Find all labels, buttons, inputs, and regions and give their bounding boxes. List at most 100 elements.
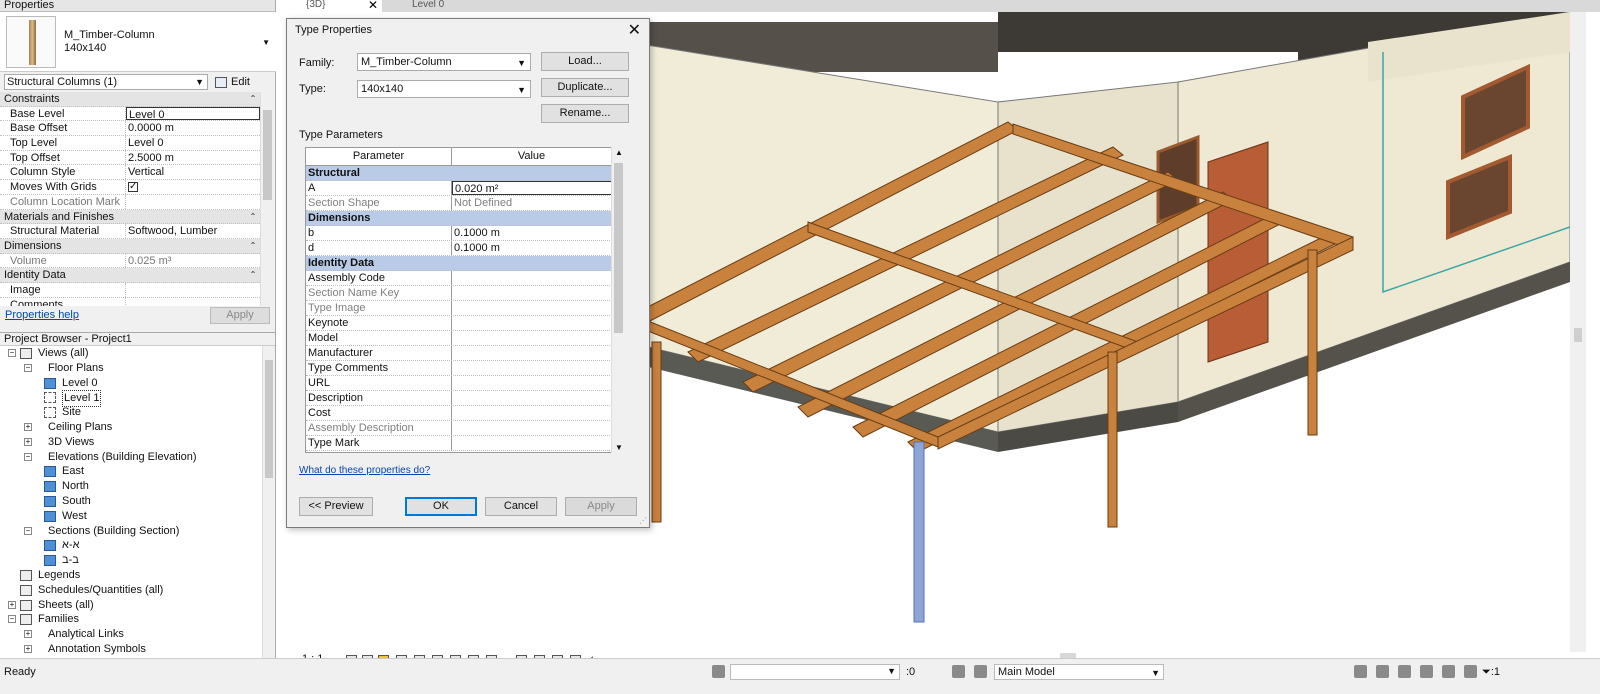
parameter-value[interactable] [452, 376, 612, 390]
parameter-row[interactable]: Cost [306, 406, 622, 421]
browser-node[interactable]: − Views (all) [0, 346, 260, 361]
collapse-icon[interactable]: ⌃ [246, 268, 260, 282]
property-row[interactable]: Base Level Level 0 [0, 106, 260, 122]
parameter-row[interactable]: Type Comments [306, 361, 622, 376]
dropdown-arrow-icon[interactable]: ▼ [262, 38, 270, 47]
browser-node[interactable]: Level 1 [0, 390, 260, 408]
browser-node[interactable]: − Families [0, 612, 260, 627]
parameter-value[interactable] [452, 301, 612, 315]
browser-node[interactable]: + Annotation Symbols [0, 642, 260, 657]
browser-node[interactable]: West [0, 509, 260, 524]
parameter-value[interactable] [452, 316, 612, 330]
parameter-value[interactable] [452, 286, 612, 300]
property-value[interactable]: 2.5000 m [126, 151, 260, 165]
collapse-icon[interactable]: − [24, 526, 32, 535]
parameter-row[interactable]: Manufacturer [306, 346, 622, 361]
browser-node[interactable]: East [0, 464, 260, 479]
parameter-value[interactable]: 0.1000 m [452, 241, 612, 255]
parameter-row[interactable]: URL [306, 376, 622, 391]
parameter-row[interactable]: Assembly Description [306, 421, 622, 436]
parameter-value[interactable] [452, 361, 612, 375]
parameter-value[interactable] [452, 346, 612, 360]
edit-type-button[interactable]: Edit Type [212, 73, 272, 104]
tab-3d[interactable]: {3D} ✕ [278, 0, 382, 12]
properties-scrollbar[interactable] [260, 92, 274, 306]
parameter-value[interactable]: 0.1000 m [452, 226, 612, 240]
dialog-apply-button[interactable]: Apply [565, 497, 637, 516]
property-value[interactable] [126, 283, 260, 297]
collapse-icon[interactable]: ⌃ [246, 92, 260, 106]
collapse-icon[interactable]: − [24, 452, 32, 461]
type-selector[interactable]: M_Timber-Column 140x140 ▼ [0, 12, 276, 72]
property-row[interactable]: Moves With Grids [0, 180, 260, 195]
property-group[interactable]: Identity Data ⌃ [0, 268, 260, 283]
project-browser-tree[interactable]: − Views (all) − Floor Plans Level 0 Level 1 Si… [0, 346, 260, 659]
parameter-row[interactable]: A 0.020 m² [306, 181, 622, 196]
expand-icon[interactable]: + [24, 644, 32, 653]
property-value[interactable]: Vertical [126, 165, 260, 179]
collapse-icon[interactable]: − [8, 615, 16, 624]
collapse-icon[interactable]: − [8, 349, 16, 357]
property-group[interactable]: Constraints ⌃ [0, 92, 260, 107]
filter-count[interactable]: ⏷:1 [1482, 666, 1500, 679]
parameter-row[interactable]: Description [306, 391, 622, 406]
type-parameters-scrollbar[interactable]: ▲ ▼ [611, 147, 625, 453]
expand-icon[interactable]: + [8, 600, 16, 609]
browser-node[interactable]: South [0, 494, 260, 509]
type-parameters-table[interactable]: Parameter Value = Structural⌃A0.020 m²Se… [305, 147, 623, 453]
expand-icon[interactable]: + [24, 437, 32, 446]
design-option-selector[interactable]: Main Model ▼ [994, 664, 1164, 680]
parameter-value[interactable] [452, 271, 612, 285]
browser-node[interactable]: − Elevations (Building Elevation) [0, 450, 260, 465]
duplicate-button[interactable]: Duplicate... [541, 78, 629, 97]
property-value[interactable] [126, 298, 260, 306]
property-value[interactable]: 0.0000 m [126, 121, 260, 135]
parameter-row[interactable]: Keynote [306, 316, 622, 331]
browser-node[interactable]: א-א [0, 538, 260, 553]
browser-node[interactable]: North [0, 479, 260, 494]
browser-node[interactable]: − Floor Plans [0, 361, 260, 376]
browser-node[interactable]: Level 0 [0, 376, 260, 391]
browser-node[interactable]: Site [0, 405, 260, 420]
checkbox[interactable] [128, 180, 138, 194]
browser-node[interactable]: + Ceiling Plans [0, 420, 260, 435]
cancel-button[interactable]: Cancel [485, 497, 557, 516]
parameter-row[interactable]: d 0.1000 m [306, 241, 622, 256]
property-value[interactable]: 0.025 m³ [126, 254, 260, 268]
worksets-icon[interactable] [712, 665, 725, 678]
collapse-icon[interactable]: ⌃ [246, 210, 260, 224]
parameter-value[interactable] [452, 421, 612, 435]
property-row[interactable]: Column Location Mark [0, 194, 260, 210]
browser-node[interactable]: Legends [0, 568, 260, 583]
browser-node[interactable]: Schedules/Quantities (all) [0, 583, 260, 598]
parameter-row[interactable]: b 0.1000 m [306, 226, 622, 241]
parameter-value[interactable] [452, 436, 612, 450]
browser-node[interactable]: + Sheets (all) [0, 598, 260, 613]
column-header-parameter[interactable]: Parameter [306, 148, 452, 165]
load-button[interactable]: Load... [541, 52, 629, 71]
expand-icon[interactable]: + [24, 630, 32, 639]
select-underlay-icon[interactable] [1376, 665, 1389, 678]
property-value[interactable] [126, 180, 260, 194]
expand-icon[interactable]: + [24, 422, 32, 431]
collapse-icon[interactable]: ⌃ [246, 239, 260, 253]
browser-node[interactable]: ב-ב [0, 553, 260, 568]
tab-level-0[interactable]: Level 0 [384, 0, 474, 12]
parameter-row[interactable]: Type Image [306, 301, 622, 316]
parameter-row[interactable]: Section Name Key [306, 286, 622, 301]
browser-node[interactable]: + Analytical Links [0, 627, 260, 642]
preview-button[interactable]: << Preview [299, 497, 373, 516]
property-row[interactable]: Image [0, 282, 260, 298]
parameter-value[interactable] [452, 391, 612, 405]
category-selector[interactable]: Structural Columns (1) ▼ [4, 74, 208, 90]
select-pinned-icon[interactable] [1398, 665, 1411, 678]
workset-selector[interactable]: ▼ [730, 664, 900, 680]
property-value[interactable]: Level 0 [126, 136, 260, 150]
parameter-value[interactable]: Not Defined [452, 196, 612, 210]
property-value[interactable]: Level 0 [126, 106, 260, 121]
parameter-row[interactable]: Model [306, 331, 622, 346]
parameter-group[interactable]: Dimensions⌃ [306, 211, 622, 226]
property-row[interactable]: Structural Material Softwood, Lumber [0, 224, 260, 239]
instance-properties-table[interactable]: Constraints ⌃ Base Level Level 0 Base Offset… [0, 92, 260, 306]
drag-elements-icon[interactable] [1442, 665, 1455, 678]
